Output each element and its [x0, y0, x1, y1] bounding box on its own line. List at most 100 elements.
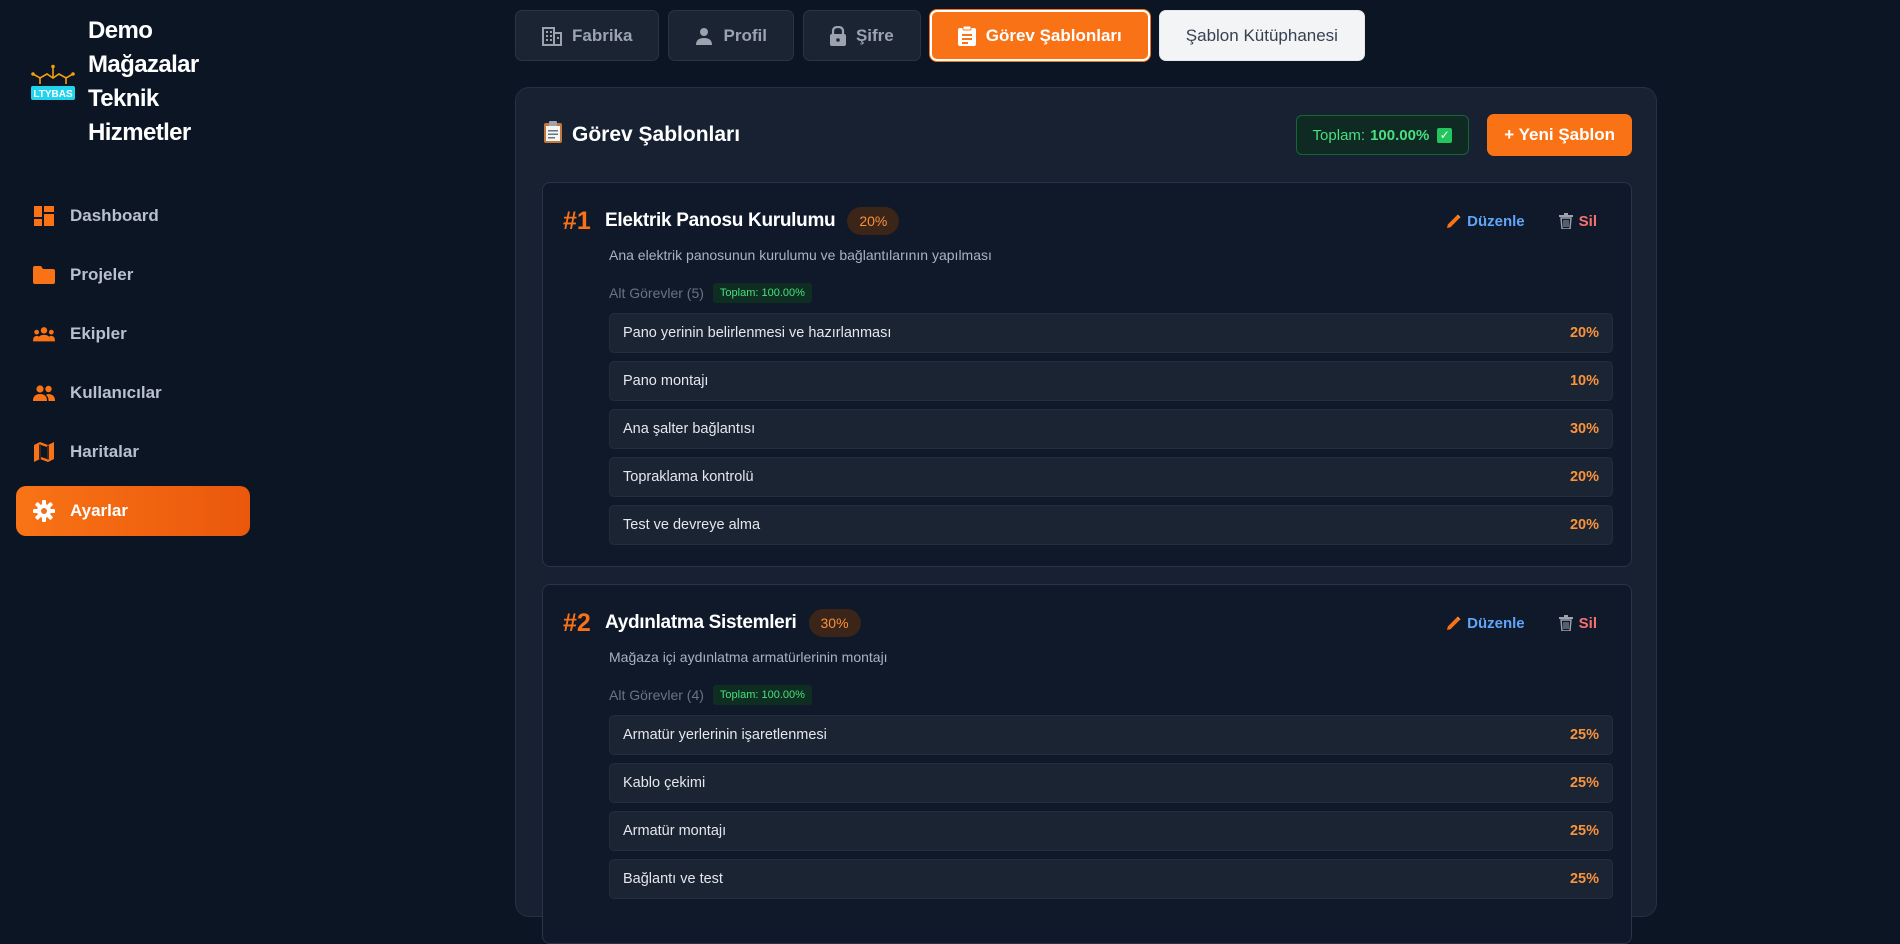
template-number: #2	[563, 608, 591, 637]
template-title: Aydınlatma Sistemleri	[605, 612, 797, 633]
folder-icon	[33, 264, 55, 286]
template-card: #2 Aydınlatma Sistemleri 30% Düzenle Sil…	[542, 584, 1632, 944]
subtask-row: Ana şalter bağlantısı 30%	[609, 409, 1613, 449]
subtask-percent: 25%	[1569, 775, 1599, 791]
subtask-list: Armatür yerlerinin işaretlenmesi 25% Kab…	[609, 715, 1613, 907]
person-icon	[695, 27, 713, 45]
tab-sablon-kutuphanesi[interactable]: Şablon Kütüphanesi	[1158, 10, 1365, 61]
template-actions: Düzenle Sil	[1446, 213, 1611, 230]
template-percent: 30%	[808, 609, 861, 637]
template-number: #1	[563, 206, 591, 235]
tab-profil[interactable]: Profil	[668, 10, 794, 61]
tab-fabrika[interactable]: Fabrika	[515, 10, 660, 61]
sidebar-item-label: Haritalar	[70, 442, 139, 461]
subtask-row: Kablo çekimi 25%	[609, 763, 1613, 803]
brand[interactable]: LTYBAS Demo Mağazalar Teknik Hizmetler	[30, 14, 238, 150]
template-percent: 20%	[847, 207, 900, 235]
tab-label: Görev Şablonları	[985, 25, 1122, 45]
pencil-icon	[1446, 214, 1461, 229]
subtask-row: Pano montajı 10%	[609, 361, 1613, 401]
edit-label: Düzenle	[1467, 212, 1525, 230]
subtask-name: Armatür montajı	[623, 823, 727, 839]
subtasks-total-badge: Toplam: 100.00%	[712, 685, 812, 705]
delete-button[interactable]: Sil	[1558, 212, 1597, 230]
subtask-percent: 25%	[1569, 823, 1599, 839]
subtasks-header: Alt Görevler (4) Toplam: 100.00%	[609, 685, 812, 705]
logo-text: LTYBAS	[33, 89, 73, 100]
trash-icon	[1558, 615, 1573, 631]
subtask-name: Bağlantı ve test	[623, 871, 723, 887]
pencil-icon	[1446, 616, 1461, 631]
delete-label: Sil	[1578, 212, 1597, 230]
template-header: #2 Aydınlatma Sistemleri 30% Düzenle Sil	[563, 607, 1611, 639]
sidebar-item-label: Dashboard	[70, 206, 159, 225]
subtasks-total-badge: Toplam: 100.00%	[712, 283, 812, 303]
subtask-row: Armatür montajı 25%	[609, 811, 1613, 851]
lock-icon	[829, 25, 846, 46]
subtask-name: Kablo çekimi	[623, 775, 706, 791]
sidebar-item-haritalar[interactable]: Haritalar	[16, 427, 250, 477]
delete-label: Sil	[1578, 614, 1597, 632]
subtask-name: Pano montajı	[623, 373, 709, 389]
brand-title: Demo Mağazalar Teknik Hizmetler	[88, 17, 199, 146]
total-badge: Toplam: 100.00% ✓	[1295, 115, 1470, 155]
tab-label: Profil	[723, 25, 767, 45]
sidebar: LTYBAS Demo Mağazalar Teknik Hizmetler D…	[0, 0, 262, 898]
subtask-percent: 20%	[1569, 517, 1599, 533]
subtask-name: Topraklama kontrolü	[623, 469, 754, 485]
tab-label: Şablon Kütüphanesi	[1185, 25, 1338, 45]
building-icon	[542, 26, 562, 46]
template-actions: Düzenle Sil	[1446, 615, 1611, 632]
tab-sifre[interactable]: Şifre	[802, 10, 921, 61]
sidebar-item-ayarlar[interactable]: Ayarlar	[16, 486, 250, 536]
subtask-row: Armatür yerlerinin işaretlenmesi 25%	[609, 715, 1613, 755]
page-title: Görev Şablonları	[544, 121, 740, 149]
subtask-percent: 25%	[1569, 871, 1599, 887]
edit-label: Düzenle	[1467, 614, 1525, 632]
tab-gorev-sablonlari[interactable]: Görev Şablonları	[929, 10, 1150, 61]
subtask-name: Pano yerinin belirlenmesi ve hazırlanmas…	[623, 325, 892, 341]
task-templates-panel: Görev Şablonları Toplam: 100.00% ✓ + Yen…	[515, 87, 1657, 944]
subtasks-header: Alt Görevler (5) Toplam: 100.00%	[609, 283, 812, 303]
logo-icon: LTYBAS	[31, 64, 75, 100]
total-label: Toplam:	[1312, 126, 1366, 144]
sidebar-item-label: Kullanıcılar	[70, 383, 162, 402]
check-icon: ✓	[1437, 127, 1453, 143]
sidebar-nav: Dashboard Projeler Ekipler Kullanıcılar …	[16, 191, 250, 545]
template-title: Elektrik Panosu Kurulumu	[605, 210, 836, 231]
map-icon	[33, 441, 55, 463]
subtask-list: Pano yerinin belirlenmesi ve hazırlanmas…	[609, 313, 1613, 553]
page-title-text: Görev Şablonları	[572, 123, 741, 146]
subtask-row: Topraklama kontrolü 20%	[609, 457, 1613, 497]
users-icon	[33, 382, 55, 404]
template-card: #1 Elektrik Panosu Kurulumu 20% Düzenle …	[542, 182, 1632, 567]
subtask-percent: 25%	[1569, 727, 1599, 743]
sidebar-item-projeler[interactable]: Projeler	[16, 250, 250, 300]
sidebar-item-ekipler[interactable]: Ekipler	[16, 309, 250, 359]
subtasks-count: Alt Görevler (5)	[609, 285, 704, 301]
template-header: #1 Elektrik Panosu Kurulumu 20% Düzenle …	[563, 205, 1611, 237]
clipboard-icon	[957, 25, 976, 46]
edit-button[interactable]: Düzenle	[1446, 213, 1525, 230]
new-template-button[interactable]: + Yeni Şablon	[1487, 114, 1632, 156]
template-description: Mağaza içi aydınlatma armatürlerinin mon…	[609, 649, 888, 665]
sidebar-item-dashboard[interactable]: Dashboard	[16, 191, 250, 241]
sidebar-item-label: Ayarlar	[70, 501, 128, 520]
sidebar-item-kullanicilar[interactable]: Kullanıcılar	[16, 368, 250, 418]
clipboard-icon	[544, 121, 562, 149]
template-description: Ana elektrik panosunun kurulumu ve bağla…	[609, 247, 992, 263]
subtask-percent: 20%	[1569, 325, 1599, 341]
subtask-row: Bağlantı ve test 25%	[609, 859, 1613, 899]
tab-label: Şifre	[855, 25, 894, 45]
trash-icon	[1558, 213, 1573, 229]
edit-button[interactable]: Düzenle	[1446, 615, 1525, 632]
subtask-percent: 30%	[1569, 421, 1599, 437]
teams-icon	[33, 323, 55, 345]
total-value: 100.00%	[1370, 126, 1430, 144]
subtask-row: Test ve devreye alma 20%	[609, 505, 1613, 545]
tab-label: Fabrika	[572, 25, 633, 45]
subtask-row: Pano yerinin belirlenmesi ve hazırlanmas…	[609, 313, 1613, 353]
delete-button[interactable]: Sil	[1558, 614, 1597, 632]
dashboard-icon	[33, 205, 55, 227]
subtask-name: Ana şalter bağlantısı	[623, 421, 756, 437]
